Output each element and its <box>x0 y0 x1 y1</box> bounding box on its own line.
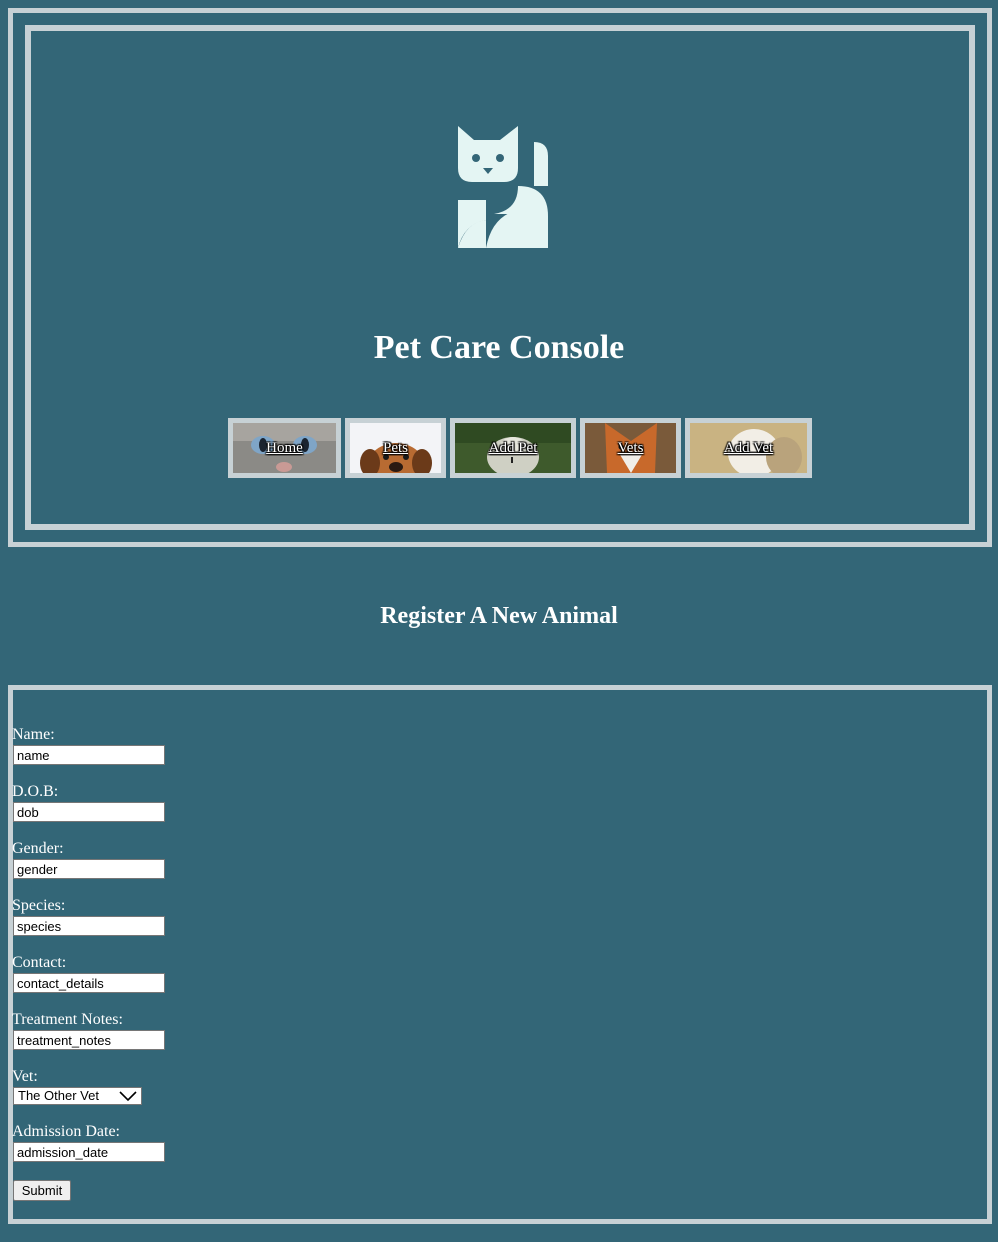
vet-select[interactable]: The Other Vet <box>13 1087 142 1105</box>
page-title: Pet Care Console <box>373 329 625 366</box>
contact-label: Contact: <box>12 954 67 971</box>
cat-logo-icon <box>458 126 548 248</box>
name-label: Name: <box>12 726 55 743</box>
nav-home-label: Home <box>266 439 303 456</box>
name-input[interactable] <box>13 745 165 765</box>
nav-home[interactable]: Home <box>228 418 341 478</box>
nav-add-pet[interactable]: Add Pet <box>450 418 576 478</box>
nav-pets-label: Pets <box>382 439 408 456</box>
nav-pets[interactable]: Pets <box>345 418 446 478</box>
admission-date-input[interactable] <box>13 1142 165 1162</box>
dob-label: D.O.B: <box>12 783 59 800</box>
vet-select-value: The Other Vet <box>18 1088 99 1103</box>
treatment-notes-input[interactable] <box>13 1030 165 1050</box>
nav-add-vet-label: Add Vet <box>723 439 774 456</box>
species-input[interactable] <box>13 916 165 936</box>
dob-input[interactable] <box>13 802 165 822</box>
nav-add-pet-label: Add Pet <box>488 439 538 456</box>
main-nav: Home Pets Add Pet Vets Add Vet <box>0 418 998 478</box>
submit-button[interactable]: Submit <box>13 1180 71 1201</box>
species-label: Species: <box>12 897 66 914</box>
gender-input[interactable] <box>13 859 165 879</box>
admission-date-label: Admission Date: <box>12 1123 120 1140</box>
nav-vets-label: Vets <box>617 439 644 456</box>
contact-input[interactable] <box>13 973 165 993</box>
chevron-down-icon <box>119 1091 137 1102</box>
treatment-notes-label: Treatment Notes: <box>12 1011 123 1028</box>
nav-add-vet[interactable]: Add Vet <box>685 418 812 478</box>
gender-label: Gender: <box>12 840 64 857</box>
nav-vets[interactable]: Vets <box>580 418 681 478</box>
vet-label: Vet: <box>12 1068 38 1085</box>
section-heading: Register A New Animal <box>380 603 618 629</box>
